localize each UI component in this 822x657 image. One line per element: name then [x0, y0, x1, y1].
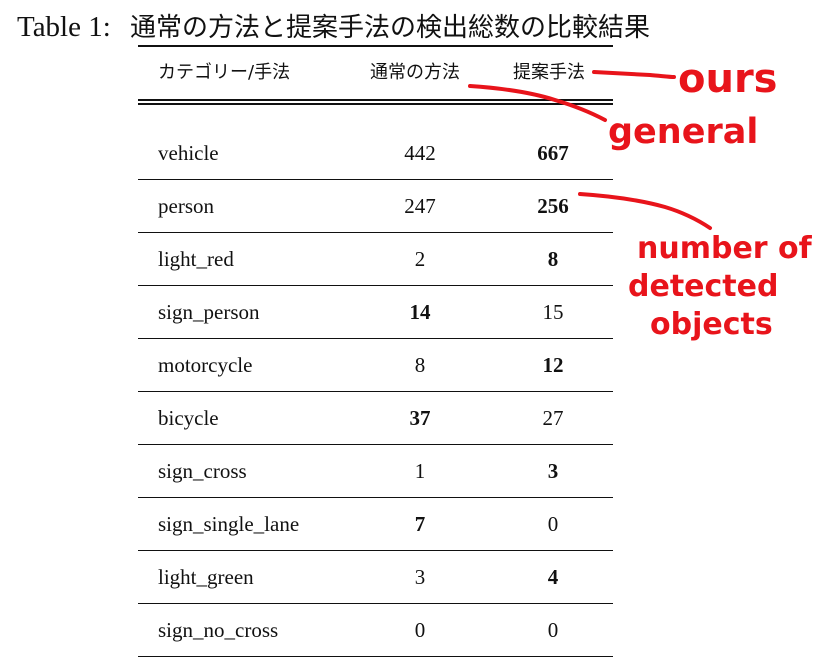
annotation-objects: objects	[650, 307, 773, 342]
count-pointer-line	[578, 192, 712, 230]
annotation-ours: ours	[678, 56, 778, 102]
general-pointer-line	[468, 84, 607, 122]
ours-pointer-line	[592, 70, 676, 79]
annotation-number-of: number of	[637, 231, 813, 266]
annotation-detected: detected	[628, 269, 778, 304]
handwritten-annotations: ours general number of detected objects	[468, 56, 813, 342]
annotation-general: general	[608, 112, 758, 152]
